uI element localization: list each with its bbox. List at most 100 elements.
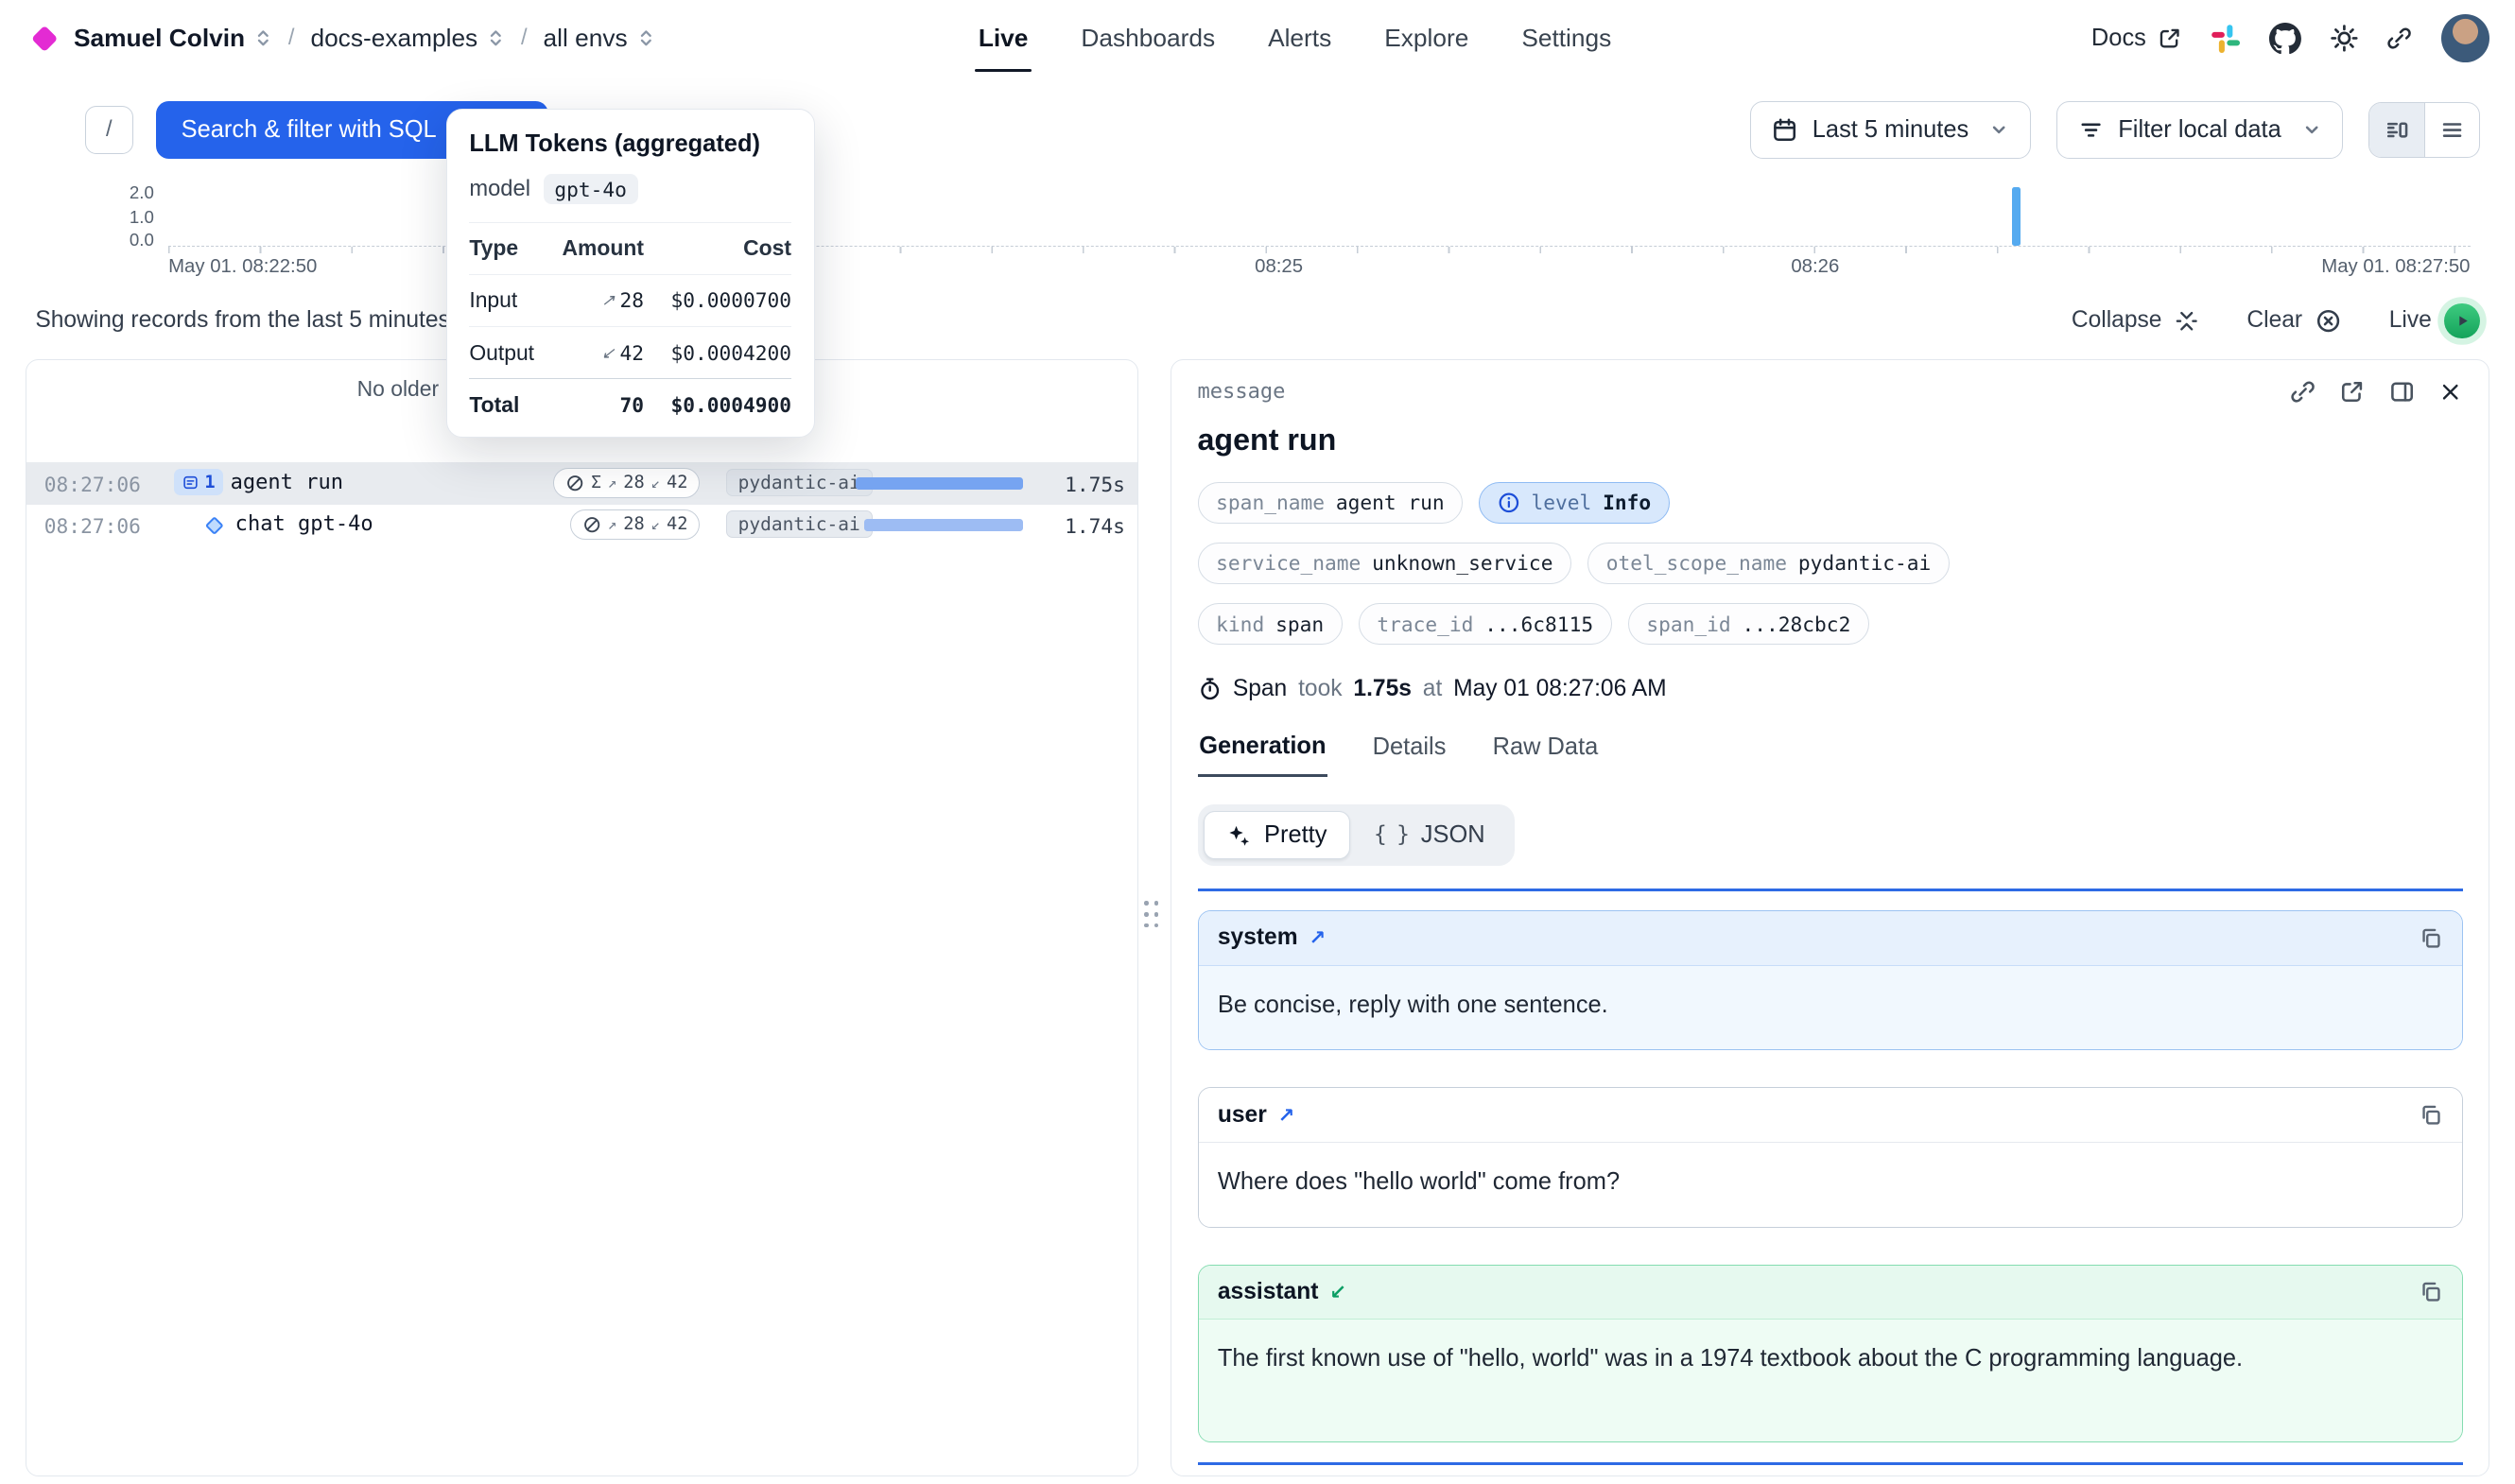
github-button[interactable] [2269, 23, 2301, 55]
output-tokens: 42 [667, 514, 687, 534]
trace-row-agent-run[interactable]: 08:27:06 1 agent run Σ ↗28 ↙42 pydantic-… [26, 462, 1137, 504]
chevron-updown-icon [637, 29, 655, 47]
view-compact-list-button[interactable] [2424, 103, 2479, 158]
row-type: Total [469, 392, 550, 418]
info-icon [1498, 492, 1520, 514]
view-detail-list-button[interactable] [2369, 103, 2424, 158]
primary-nav: Live Dashboards Alerts Explore Settings [979, 0, 1611, 77]
breadcrumb-separator: / [521, 26, 528, 51]
time-range-dropdown[interactable]: Last 5 minutes [1750, 101, 2030, 159]
detail-tabs: Generation Details Raw Data [1198, 733, 2463, 777]
chip-otel-scope-name[interactable]: otel_scope_name pydantic-ai [1587, 543, 1950, 584]
arrow-up-right-icon: ↗ [608, 474, 617, 492]
tab-generation[interactable]: Generation [1198, 733, 1328, 777]
message-text: Be concise, reply with one sentence. [1199, 966, 2462, 1050]
span-name: chat gpt-4o [235, 512, 373, 536]
panel-resize-handle[interactable] [1142, 901, 1165, 933]
copy-link-button[interactable] [2290, 379, 2316, 405]
trace-row-chat-gpt-4o[interactable]: 08:27:06 chat gpt-4o ↗28 ↙42 pydantic-ai… [26, 505, 1137, 546]
span-duration-line: Span took 1.75s at May 01 08:27:06 AM [1198, 676, 2463, 702]
token-icon [582, 515, 601, 534]
output-tokens: 42 [667, 473, 687, 492]
chevron-down-icon [2302, 120, 2321, 139]
input-tokens: 28 [623, 473, 644, 492]
avatar[interactable] [2441, 14, 2489, 62]
message-text: The first known use of "hello, world" wa… [1199, 1320, 2462, 1441]
col-cost: Cost [644, 235, 791, 261]
link-icon [2386, 26, 2412, 51]
x-axis-tick: 08:26 [1791, 256, 1839, 278]
message-card-user: user ↗ Where does "hello world" come fro… [1198, 1087, 2463, 1227]
env-name: all envs [544, 24, 628, 53]
showing-records-text: Showing records from the last 5 minutes [35, 307, 450, 334]
live-toggle-button[interactable]: Live [2389, 303, 2480, 338]
chip-trace-id[interactable]: trace_id ...6c8115 [1359, 603, 1612, 645]
nav-dashboards[interactable]: Dashboards [1081, 0, 1215, 77]
attribute-chip-row: service_name unknown_service otel_scope_… [1198, 543, 2463, 584]
org-name: Samuel Colvin [74, 24, 245, 53]
list-detail-icon [2385, 117, 2410, 143]
status-actions: Collapse Clear Live [2072, 303, 2480, 338]
collapse-button[interactable]: Collapse [2072, 307, 2199, 334]
project-selector[interactable]: docs-examples [310, 24, 505, 53]
duration-value: 1.75s [1065, 473, 1125, 496]
close-icon [2438, 380, 2462, 404]
dock-panel-button[interactable] [2389, 379, 2415, 405]
pretty-view-button[interactable]: Pretty [1204, 811, 1350, 859]
close-detail-button[interactable] [2438, 380, 2462, 404]
logfire-app: Samuel Colvin / docs-examples / all envs… [0, 0, 2515, 1483]
llm-tokens-tooltip: LLM Tokens (aggregated) model gpt-4o Typ… [446, 109, 815, 438]
arrow-down-left-icon: ↙ [601, 343, 615, 363]
copy-message-button[interactable] [2419, 1280, 2442, 1303]
tooltip-row-total: Total 70 $0.0004900 [469, 378, 791, 430]
search-toolbar: / Search & filter with SQL Last 5 minute… [0, 101, 2515, 159]
copy-message-button[interactable] [2419, 926, 2442, 950]
chip-service-name[interactable]: service_name unknown_service [1198, 543, 1572, 584]
nav-explore[interactable]: Explore [1384, 0, 1468, 77]
pretty-json-toggle: Pretty { } JSON [1198, 804, 1516, 866]
span-detail-panel: message agent run [1171, 359, 2489, 1476]
chip-kind[interactable]: kind span [1198, 603, 1343, 645]
tab-details[interactable]: Details [1371, 733, 1448, 777]
share-link-button[interactable] [2386, 26, 2412, 51]
json-view-button[interactable]: { } JSON [1350, 811, 1508, 859]
docs-link[interactable]: Docs [2091, 25, 2181, 52]
arrow-up-right-icon: ↗ [1309, 925, 1326, 950]
env-selector[interactable]: all envs [544, 24, 655, 53]
trace-rows: 08:27:06 1 agent run Σ ↗28 ↙42 pydantic-… [26, 462, 1137, 545]
slack-button[interactable] [2211, 24, 2241, 54]
view-mode-wrap: Pretty { } JSON [1198, 804, 2463, 866]
slash-shortcut-key[interactable]: / [85, 106, 133, 154]
message-text: Where does "hello world" come from? [1199, 1143, 2462, 1227]
chip-span-id[interactable]: span_id ...28cbc2 [1628, 603, 1869, 645]
time-range-value: Last 5 minutes [1813, 116, 1969, 144]
filter-local-data-dropdown[interactable]: Filter local data [2056, 101, 2343, 159]
sparkles-icon [1227, 823, 1251, 847]
row-type: Input [469, 287, 550, 313]
duration-bar [864, 519, 1023, 532]
detail-header: message [1198, 379, 2463, 405]
chart-spike-bar[interactable] [2012, 187, 2020, 245]
nav-live[interactable]: Live [979, 0, 1029, 77]
clear-button[interactable]: Clear [2246, 307, 2340, 334]
chip-level[interactable]: level Info [1479, 482, 1670, 524]
nav-settings[interactable]: Settings [1521, 0, 1611, 77]
y-axis-tick: 1.0 [0, 207, 154, 228]
copy-message-button[interactable] [2419, 1103, 2442, 1127]
x-axis-tick: May 01. 08:27:50 [2321, 256, 2470, 278]
theme-toggle-button[interactable] [2331, 25, 2358, 52]
slack-icon [2211, 24, 2241, 54]
chip-span-name[interactable]: span_name agent run [1198, 482, 1464, 524]
nav-alerts[interactable]: Alerts [1268, 0, 1331, 77]
open-in-new-button[interactable] [2339, 379, 2365, 405]
span-word: Span [1233, 676, 1287, 702]
stopwatch-icon [1198, 677, 1222, 700]
org-selector[interactable]: Samuel Colvin [74, 24, 272, 53]
tab-raw-data[interactable]: Raw Data [1491, 733, 1600, 777]
live-play-icon [2444, 303, 2479, 338]
logfire-logo-icon[interactable] [31, 25, 59, 52]
message-card-system: system ↗ Be concise, reply with one sent… [1198, 910, 2463, 1050]
breadcrumb: Samuel Colvin / docs-examples / all envs [26, 24, 654, 53]
at-word: at [1423, 676, 1443, 702]
clear-label: Clear [2246, 307, 2302, 334]
